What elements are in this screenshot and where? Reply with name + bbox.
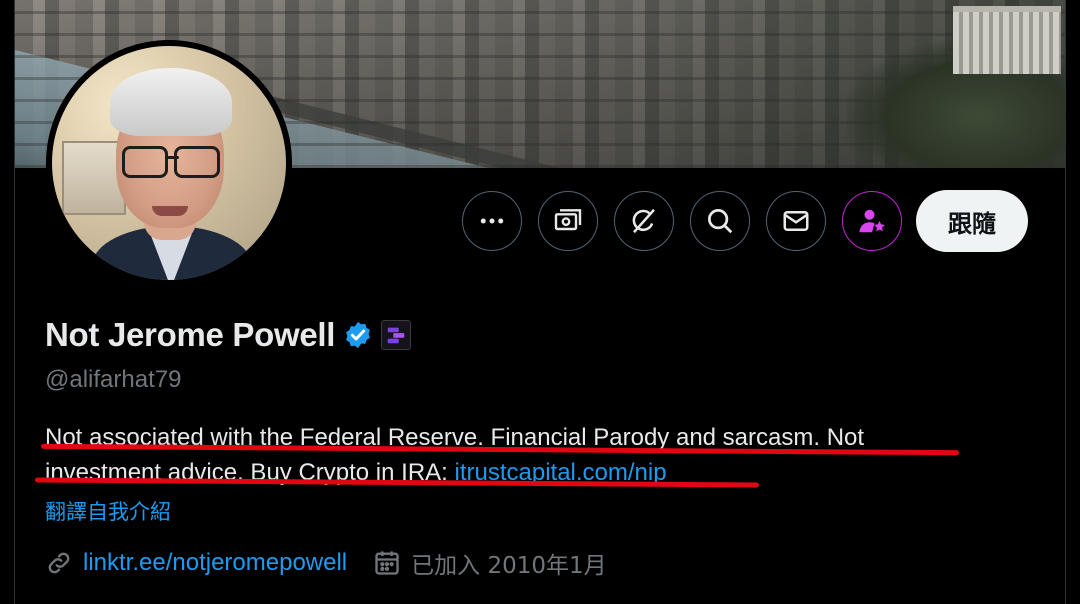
translate-bio-link[interactable]: 翻譯自我介紹 xyxy=(45,496,171,526)
search-button[interactable] xyxy=(690,191,750,251)
follow-button[interactable]: 跟隨 xyxy=(916,190,1028,252)
profile-actions: 跟隨 xyxy=(462,190,1028,252)
profile-name-row: Not Jerome Powell xyxy=(45,316,412,354)
money-icon xyxy=(554,209,582,231)
mail-icon xyxy=(783,211,809,231)
subscriber-button[interactable] xyxy=(842,191,902,251)
profile-handle: @alifarhat79 xyxy=(45,366,182,393)
message-button[interactable] xyxy=(766,191,826,251)
profile-page: 跟隨 Not Jerome Powell @alifarhat79 Not as… xyxy=(14,0,1066,604)
more-button[interactable] xyxy=(462,191,522,251)
grok-icon xyxy=(632,208,655,234)
display-name: Not Jerome Powell xyxy=(45,316,336,353)
affiliation-badge[interactable] xyxy=(381,320,412,350)
calendar-icon xyxy=(375,551,399,575)
grok-button[interactable] xyxy=(614,191,674,251)
link-icon xyxy=(48,552,70,574)
subscribe-money-button[interactable] xyxy=(538,191,598,251)
profile-avatar[interactable] xyxy=(46,40,292,286)
profile-meta: linktr.ee/notjeromepowell 已加入 2010年1月 xyxy=(45,546,607,580)
more-dots-icon xyxy=(480,218,504,224)
affiliate-logo-icon xyxy=(387,327,405,344)
person-star-icon xyxy=(859,209,885,233)
search-icon xyxy=(708,209,733,234)
website-link[interactable]: linktr.ee/notjeromepowell xyxy=(83,549,347,577)
verified-badge-icon[interactable] xyxy=(343,320,373,350)
joined-date: 已加入 2010年1月 xyxy=(411,553,607,579)
